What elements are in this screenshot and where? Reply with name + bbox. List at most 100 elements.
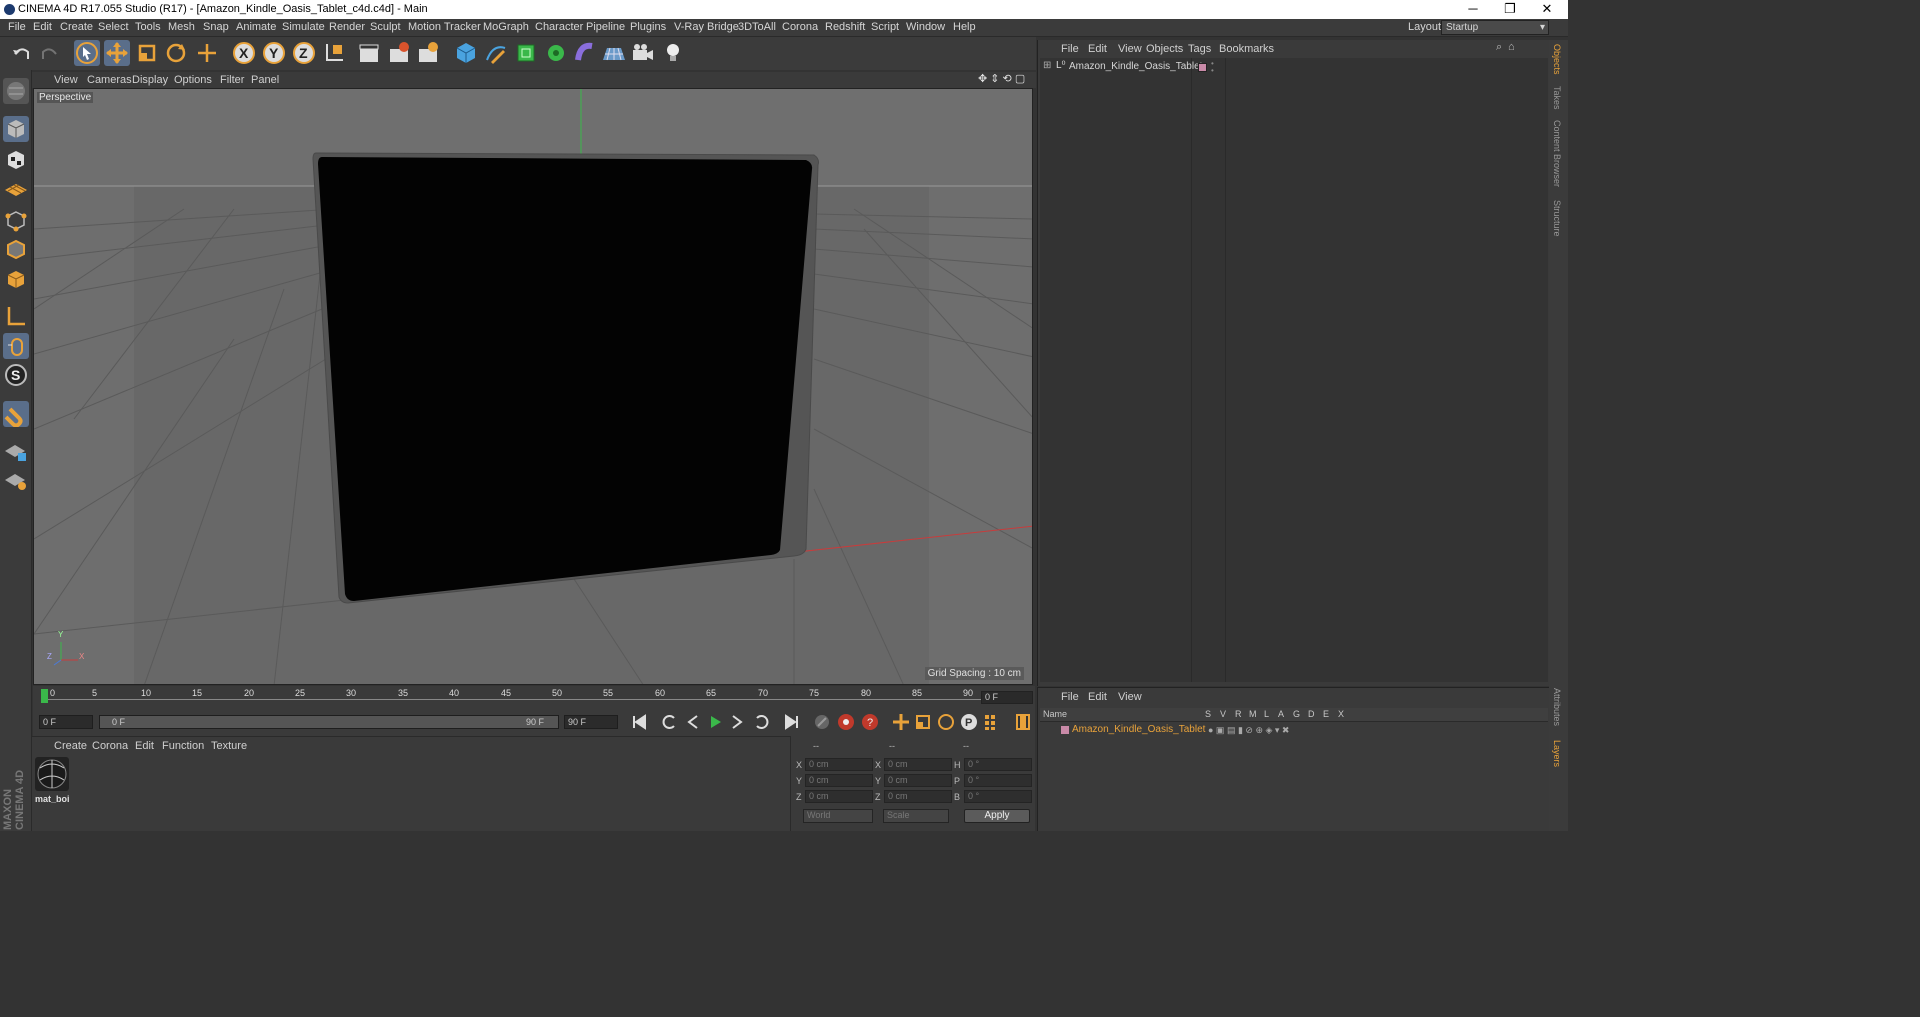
preview-range-slider[interactable]: 0 F 90 F	[99, 715, 559, 729]
layer-color-tag[interactable]	[1198, 63, 1207, 72]
material-menu-corona[interactable]: Corona	[92, 740, 128, 752]
column-animation[interactable]: A	[1278, 709, 1284, 719]
model-mode-button[interactable]	[3, 116, 29, 142]
add-light-button[interactable]	[660, 40, 686, 66]
menu-render[interactable]: Render	[329, 21, 365, 33]
search-icon[interactable]: ⌕	[1496, 41, 1502, 54]
menu-pipeline[interactable]: Pipeline	[586, 21, 625, 33]
object-list[interactable]: ⊞ L⁰ Amazon_Kindle_Oasis_Tablet • •	[1040, 58, 1548, 682]
tweak-mode-button[interactable]	[3, 333, 29, 359]
motion-record-icon[interactable]	[812, 712, 832, 732]
add-camera-button[interactable]	[630, 40, 656, 66]
restore-button[interactable]: ❐	[1492, 0, 1528, 19]
objects-menu-file[interactable]: File	[1061, 43, 1079, 55]
start-frame-field[interactable]: 0 F	[39, 715, 93, 729]
end-frame-field[interactable]: 90 F	[564, 715, 618, 729]
menu-simulate[interactable]: Simulate	[282, 21, 325, 33]
timeline-window-icon[interactable]	[1013, 712, 1033, 732]
menu-redshift[interactable]: Redshift	[825, 21, 865, 33]
workplane-lock-button[interactable]	[3, 438, 29, 464]
layer-toggle-icons[interactable]: ● ▣ ▤ ▮ ⊘ ⊕ ◈ ▾ ✖	[1208, 725, 1289, 736]
edges-mode-button[interactable]	[3, 236, 29, 262]
tab-structure[interactable]: Structure	[1552, 200, 1562, 237]
menu-corona[interactable]: Corona	[782, 21, 818, 33]
size-x-field[interactable]: 0 cm	[884, 758, 952, 771]
close-button[interactable]: ✕	[1529, 0, 1565, 19]
viewport-menu-view[interactable]: View	[54, 74, 78, 86]
undo-button[interactable]	[8, 40, 34, 66]
objects-menu-objects[interactable]: Objects	[1146, 43, 1183, 55]
position-z-field[interactable]: 0 cm	[805, 790, 873, 803]
home-icon[interactable]: ⌂	[1508, 41, 1515, 53]
key-rotation-icon[interactable]	[936, 712, 956, 732]
objects-menu-edit[interactable]: Edit	[1088, 43, 1107, 55]
add-floor-button[interactable]	[601, 40, 627, 66]
perspective-viewport[interactable]: Y X Z Perspective Grid Spacing : 10 cm	[33, 88, 1033, 685]
transform-tool-button[interactable]	[194, 40, 220, 66]
layer-name[interactable]: Amazon_Kindle_Oasis_Tablet	[1072, 724, 1205, 735]
live-selection-button[interactable]	[74, 40, 100, 66]
add-spline-pen-button[interactable]	[483, 40, 509, 66]
render-view-button[interactable]	[356, 40, 382, 66]
objects-menu-tags[interactable]: Tags	[1188, 43, 1211, 55]
menu-edit[interactable]: Edit	[33, 21, 52, 33]
locked-workplane-button[interactable]	[3, 467, 29, 493]
objects-menu-bookmarks[interactable]: Bookmarks	[1219, 43, 1274, 55]
minimize-button[interactable]: ─	[1455, 0, 1491, 19]
key-parameter-icon[interactable]: P	[959, 712, 979, 732]
menu-vray-bridge[interactable]: V-Ray Bridge	[674, 21, 739, 33]
menu-sculpt[interactable]: Sculpt	[370, 21, 401, 33]
play-icon[interactable]	[705, 712, 725, 732]
column-deformers[interactable]: D	[1308, 709, 1315, 719]
layers-menu-view[interactable]: View	[1118, 691, 1142, 703]
objects-menu-view[interactable]: View	[1118, 43, 1142, 55]
solo-mode-button[interactable]: S	[3, 362, 29, 388]
viewport-navigation-icon[interactable]: ✥ ⇕ ⟲ ▢	[978, 72, 1025, 85]
render-settings-button[interactable]	[415, 40, 441, 66]
make-editable-button[interactable]	[3, 78, 29, 104]
material-menu-create[interactable]: Create	[54, 740, 87, 752]
add-subdivision-surface-button[interactable]	[513, 40, 539, 66]
material-name[interactable]: mat_boi	[35, 794, 70, 804]
column-locked[interactable]: L	[1264, 709, 1269, 719]
rotation-h-field[interactable]: 0 °	[964, 758, 1032, 771]
material-menu-edit[interactable]: Edit	[135, 740, 154, 752]
material-menu-function[interactable]: Function	[162, 740, 204, 752]
size-y-field[interactable]: 0 cm	[884, 774, 952, 787]
menu-file[interactable]: File	[8, 21, 26, 33]
frame-ruler[interactable]: 0 5 10 15 20 25 30 35 40 45 50 55 60 65 …	[41, 686, 981, 706]
menu-tools[interactable]: Tools	[135, 21, 161, 33]
move-tool-button[interactable]	[104, 40, 130, 66]
redo-button[interactable]	[37, 40, 63, 66]
viewport-menu-options[interactable]: Options	[174, 74, 212, 86]
tab-objects[interactable]: Objects	[1552, 44, 1562, 75]
points-mode-button[interactable]	[3, 207, 29, 233]
layers-menu-file[interactable]: File	[1061, 691, 1079, 703]
menu-script[interactable]: Script	[871, 21, 899, 33]
coordinate-mode-dropdown[interactable]: World	[803, 809, 873, 823]
add-cube-button[interactable]	[453, 40, 479, 66]
viewport-menu-cameras[interactable]: Cameras	[87, 74, 132, 86]
add-deformer-button[interactable]	[572, 40, 598, 66]
go-to-start-icon[interactable]	[629, 712, 649, 732]
menu-character[interactable]: Character	[535, 21, 583, 33]
timeline-ruler[interactable]: 0 5 10 15 20 25 30 35 40 45 50 55 60 65 …	[33, 686, 1035, 710]
menu-snap[interactable]: Snap	[203, 21, 229, 33]
column-generators[interactable]: G	[1293, 709, 1300, 719]
object-row[interactable]: ⊞ L⁰ Amazon_Kindle_Oasis_Tablet • •	[1043, 60, 1543, 76]
menu-help[interactable]: Help	[953, 21, 976, 33]
viewport-menu-filter[interactable]: Filter	[220, 74, 244, 86]
render-to-picture-viewer-button[interactable]	[386, 40, 412, 66]
x-axis-lock-button[interactable]: X	[231, 40, 257, 66]
menu-3dtoall[interactable]: 3DToAll	[738, 21, 776, 33]
column-manager[interactable]: M	[1249, 709, 1257, 719]
texture-mode-button[interactable]	[3, 147, 29, 173]
layer-color-swatch[interactable]	[1061, 726, 1069, 734]
previous-frame-icon[interactable]	[683, 712, 703, 732]
previous-key-icon[interactable]	[660, 712, 680, 732]
scale-tool-button[interactable]	[134, 40, 160, 66]
menu-plugins[interactable]: Plugins	[630, 21, 666, 33]
object-name[interactable]: Amazon_Kindle_Oasis_Tablet	[1069, 61, 1202, 72]
layers-menu-edit[interactable]: Edit	[1088, 691, 1107, 703]
position-x-field[interactable]: 0 cm	[805, 758, 873, 771]
